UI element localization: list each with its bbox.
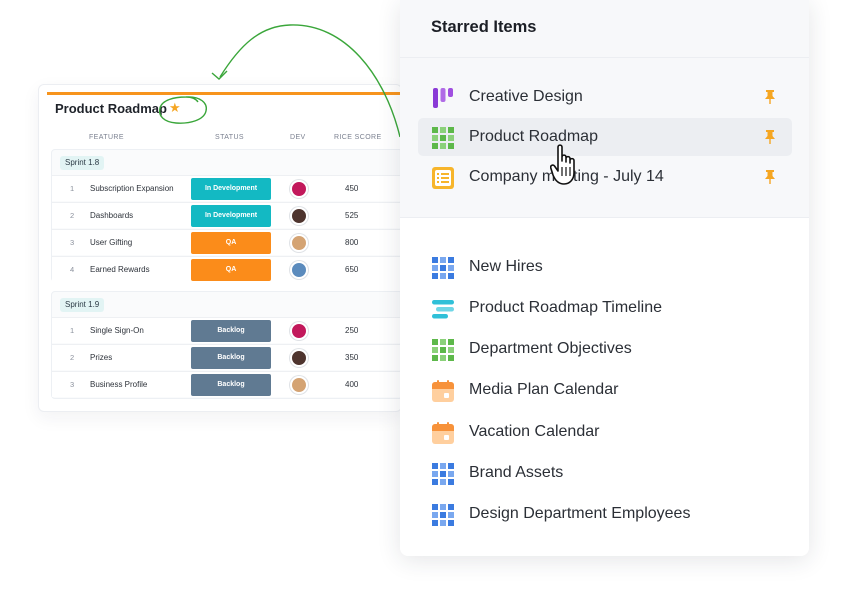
panel-header: Starred Items: [400, 0, 809, 58]
rice-score-cell[interactable]: 450: [345, 184, 358, 193]
sprint-badge: Sprint 1.9: [60, 298, 105, 312]
feature-cell[interactable]: Earned Rewards: [90, 265, 150, 274]
status-badge[interactable]: QA: [191, 232, 271, 254]
feature-cell[interactable]: Business Profile: [90, 380, 147, 389]
avatar[interactable]: [290, 376, 308, 394]
pin-icon[interactable]: [763, 169, 777, 185]
starred-item-company-meeting[interactable]: Company meeting - July 14: [418, 158, 792, 196]
table-row[interactable]: 3 Business Profile Backlog 400: [52, 371, 404, 397]
feature-cell[interactable]: Single Sign-On: [90, 326, 144, 335]
hand-cursor-icon: [550, 144, 575, 185]
annotation-arrow: [211, 24, 401, 138]
item-label: Creative Design: [469, 88, 583, 105]
status-badge[interactable]: Backlog: [191, 320, 271, 342]
item-label: Media Plan Calendar: [469, 381, 619, 398]
table-row[interactable]: 1 Subscription Expansion In Development …: [52, 175, 404, 201]
item-label: Product Roadmap Timeline: [469, 299, 662, 316]
row-number: 3: [70, 238, 75, 247]
rice-score-cell[interactable]: 800: [345, 238, 358, 247]
status-badge[interactable]: Backlog: [191, 374, 271, 396]
item-label: Vacation Calendar: [469, 423, 600, 440]
rice-score-cell[interactable]: 525: [345, 211, 358, 220]
list-item-new-hires[interactable]: New Hires: [418, 248, 792, 286]
sprint-group: Sprint 1.8 1 Subscription Expansion In D…: [51, 149, 404, 282]
list-item-vacation-calendar[interactable]: Vacation Calendar: [418, 413, 792, 451]
avatar[interactable]: [290, 322, 308, 340]
rice-score-cell[interactable]: 350: [345, 353, 358, 362]
feature-cell[interactable]: User Gifting: [90, 238, 132, 247]
grid-blue-icon: [432, 504, 454, 526]
table-row[interactable]: 2 Dashboards In Development 525: [52, 202, 404, 228]
feature-cell[interactable]: Prizes: [90, 353, 112, 362]
panel-title: Starred Items: [431, 18, 537, 36]
form-icon: [432, 167, 454, 189]
item-label: Brand Assets: [469, 464, 564, 481]
avatar[interactable]: [290, 207, 308, 225]
starred-item-creative-design[interactable]: Creative Design: [418, 78, 792, 116]
sprint-badge: Sprint 1.8: [60, 156, 105, 170]
row-number: 4: [70, 265, 75, 274]
feature-cell[interactable]: Subscription Expansion: [90, 184, 174, 193]
table-row[interactable]: 4 Earned Rewards QA 650: [52, 256, 404, 282]
kanban-icon: [433, 88, 453, 108]
rice-score-cell[interactable]: 400: [345, 380, 358, 389]
row-number: 1: [70, 184, 75, 193]
rice-score-cell[interactable]: 650: [345, 265, 358, 274]
list-item-product-roadmap-timeline[interactable]: Product Roadmap Timeline: [418, 289, 792, 327]
row-number: 1: [70, 326, 75, 335]
pin-icon[interactable]: [763, 129, 777, 145]
status-badge[interactable]: Backlog: [191, 347, 271, 369]
row-number: 3: [70, 380, 75, 389]
grid-blue-icon: [432, 257, 454, 279]
avatar[interactable]: [290, 261, 308, 279]
item-label: Department Objectives: [469, 340, 632, 357]
sprint-group: Sprint 1.9 1 Single Sign-On Backlog 250 …: [51, 291, 404, 399]
pin-icon[interactable]: [763, 89, 777, 105]
avatar[interactable]: [290, 234, 308, 252]
calendar-icon: [432, 422, 454, 444]
status-badge[interactable]: In Development: [191, 205, 271, 227]
table-row[interactable]: 3 User Gifting QA 800: [52, 229, 404, 255]
feature-cell[interactable]: Dashboards: [90, 211, 133, 220]
starred-items-panel: Starred Items Creative Design Product Ro…: [400, 0, 809, 556]
table-row[interactable]: 2 Prizes Backlog 350: [52, 344, 404, 370]
status-badge[interactable]: QA: [191, 259, 271, 281]
list-item-department-objectives[interactable]: Department Objectives: [418, 330, 792, 368]
list-item-brand-assets[interactable]: Brand Assets: [418, 454, 792, 492]
row-number: 2: [70, 211, 75, 220]
table-row[interactable]: 1 Single Sign-On Backlog 250: [52, 317, 404, 343]
item-label: New Hires: [469, 258, 543, 275]
grid-blue-icon: [432, 463, 454, 485]
timeline-icon: [432, 300, 454, 319]
row-number: 2: [70, 353, 75, 362]
item-label: Design Department Employees: [469, 505, 691, 522]
starred-item-product-roadmap[interactable]: Product Roadmap: [418, 118, 792, 156]
list-item-design-department-employees[interactable]: Design Department Employees: [418, 495, 792, 533]
calendar-icon: [432, 380, 454, 402]
grid-green-icon: [432, 339, 454, 361]
avatar[interactable]: [290, 180, 308, 198]
column-header-feature[interactable]: FEATURE: [89, 134, 124, 141]
avatar[interactable]: [290, 349, 308, 367]
grid-green-icon: [432, 127, 454, 149]
list-item-media-plan-calendar[interactable]: Media Plan Calendar: [418, 371, 792, 409]
rice-score-cell[interactable]: 250: [345, 326, 358, 335]
status-badge[interactable]: In Development: [191, 178, 271, 200]
